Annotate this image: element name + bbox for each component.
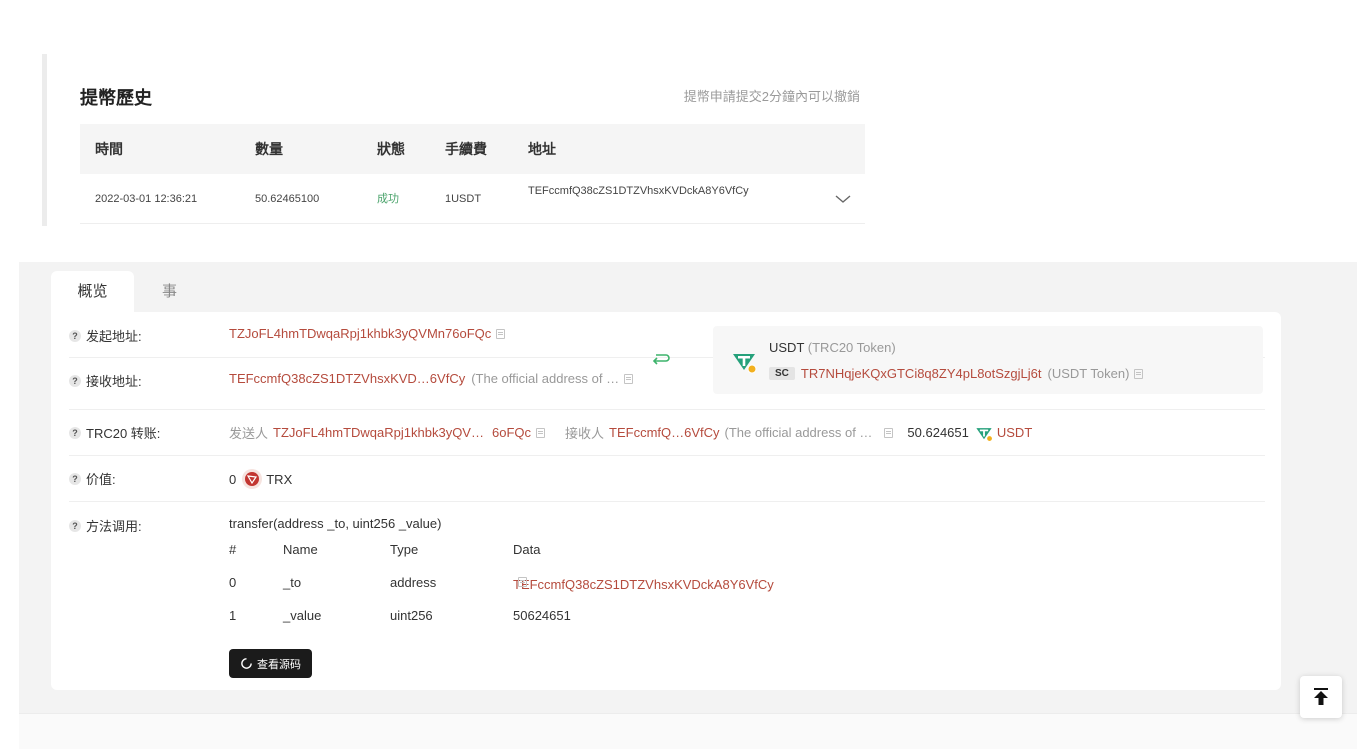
from-address-value: TZJoFL4hmTDwqaRpj1khbk3yQVMn76oFQc <box>229 326 506 341</box>
param-name: _value <box>283 608 322 623</box>
receiver-address-note: (The official address of … <box>724 425 873 440</box>
param-name: _to <box>283 575 302 590</box>
param-col-type: Type <box>390 542 419 557</box>
sender-address-link[interactable]: TZJoFL4hmTDwqaRpj1khbk3yQV… <box>273 425 484 440</box>
sender-address-tail[interactable]: 6oFQc <box>492 425 531 440</box>
column-status: 狀態 <box>377 141 405 157</box>
column-time: 時間 <box>95 141 123 157</box>
param-type: address <box>390 575 437 590</box>
param-index: 1 <box>229 608 237 623</box>
tab-event-log[interactable]: 事件日志 (1) <box>162 271 180 468</box>
method-call-label: ? 方法调用: <box>69 516 142 535</box>
help-icon[interactable]: ? <box>69 519 81 532</box>
row-fee: 1USDT <box>445 193 482 205</box>
usdt-token-icon <box>976 427 993 442</box>
param-col-data: Data <box>513 542 541 557</box>
trx-token-icon <box>242 469 263 489</box>
tab-overview[interactable]: 概览 <box>51 271 134 313</box>
history-title: 提幣歷史 <box>80 88 152 108</box>
usdt-token-icon <box>733 354 757 374</box>
return-arrow-icon <box>652 354 670 365</box>
row-status: 成功 <box>377 193 399 205</box>
table-row: 2022-03-01 12:36:21 50.62465100 成功 1USDT… <box>80 174 865 224</box>
param-type: uint256 <box>390 608 433 623</box>
method-params-table: # Name Type Data 0 _to address TEFccmfQ3… <box>229 540 829 639</box>
token-info-box: USDT (TRC20 Token) SC TR7NHqjeKQxGTCi8q8… <box>713 326 1263 394</box>
view-source-button[interactable]: 查看源码 <box>229 649 312 678</box>
transfer-amount: 50.624651 <box>907 425 969 440</box>
overlay-footer <box>19 713 1357 749</box>
value-label-text: 价值: <box>86 472 116 487</box>
copy-icon[interactable] <box>884 427 894 438</box>
copy-icon[interactable] <box>624 373 634 384</box>
value-row: ? 价值: 0 TRX <box>69 456 1265 502</box>
to-address-link[interactable]: TEFccmfQ38cZS1DTZVhsxKVD…6VfCy <box>229 371 465 386</box>
column-amount: 數量 <box>255 141 283 157</box>
to-address-value: TEFccmfQ38cZS1DTZVhsxKVD…6VfCy (The offi… <box>229 371 634 386</box>
view-source-label: 查看源码 <box>257 658 301 671</box>
value-symbol: TRX <box>266 471 293 487</box>
method-signature: transfer(address _to, uint256 _value) <box>229 516 442 531</box>
history-table: 時間 數量 狀態 手續費 地址 2022-03-01 12:36:21 50.6… <box>80 124 865 224</box>
transfer-symbol-link[interactable]: USDT <box>997 425 1032 440</box>
value-label: ? 价值: <box>69 469 116 488</box>
value-value: 0 TRX <box>229 469 292 489</box>
param-data: 50624651 <box>513 608 571 623</box>
table-row: 1 _value uint256 50624651 <box>229 606 829 639</box>
transaction-overview-card: ? 发起地址: TZJoFL4hmTDwqaRpj1khbk3yQVMn76oF… <box>51 312 1281 690</box>
sender-label: 发送人 <box>229 426 269 441</box>
trc20-transfer-value: 发送人 TZJoFL4hmTDwqaRpj1khbk3yQV… 6oFQc 接收… <box>229 423 1032 442</box>
to-address-note: (The official address of … <box>471 371 620 386</box>
trc20-transfer-row: ? TRC20 转账: 发送人 TZJoFL4hmTDwqaRpj1khbk3y… <box>69 410 1265 456</box>
params-header: # Name Type Data <box>229 540 829 573</box>
receiver-label: 接收人 <box>565 426 605 441</box>
row-amount: 50.62465100 <box>255 193 320 205</box>
value-amount: 0 <box>229 471 237 487</box>
trc20-transfer-label: ? TRC20 转账: <box>69 423 160 442</box>
param-col-name: Name <box>283 542 318 557</box>
chevron-down-icon[interactable] <box>835 191 851 207</box>
copy-icon[interactable] <box>1134 368 1144 379</box>
copy-icon[interactable] <box>518 577 527 587</box>
row-address: TEFccmfQ38cZS1DTZVhsxKVDckA8Y6VfCy <box>528 185 749 197</box>
row-time: 2022-03-01 12:36:21 <box>95 193 198 205</box>
token-symbol: USDT <box>769 340 805 355</box>
column-fee: 手續費 <box>445 141 487 157</box>
token-contract-note: (USDT Token) <box>1047 366 1130 381</box>
receiver-address-link[interactable]: TEFccmfQ…6VfCy <box>609 425 720 440</box>
help-icon[interactable]: ? <box>69 426 81 439</box>
token-standard: (TRC20 Token) <box>807 340 896 355</box>
table-row: 0 _to address TEFccmfQ38cZS1DTZVhsxKVDck… <box>229 573 829 606</box>
token-contract-line: SC TR7NHqjeKQxGTCi8q8ZY4pL8otSzgjLj6t (U… <box>769 366 1144 381</box>
from-label-text: 发起地址: <box>86 329 142 344</box>
help-icon[interactable]: ? <box>69 329 81 342</box>
token-contract-link[interactable]: TR7NHqjeKQxGTCi8q8ZY4pL8otSzgjLj6t <box>801 366 1042 381</box>
method-label-text: 方法调用: <box>86 519 142 534</box>
param-data-link[interactable]: TEFccmfQ38cZS1DTZVhsxKVDckA8Y6VfCy <box>513 577 774 592</box>
token-name: USDT (TRC20 Token) <box>769 340 896 355</box>
history-table-header: 時間 數量 狀態 手續費 地址 <box>80 124 865 174</box>
from-address-link[interactable]: TZJoFL4hmTDwqaRpj1khbk3yQVMn76oFQc <box>229 326 491 341</box>
arrow-up-icon <box>1314 688 1328 705</box>
to-address-label: ? 接收地址: <box>69 371 142 390</box>
param-index: 0 <box>229 575 237 590</box>
withdrawal-history-panel: 提幣歷史 提幣申請提交2分鐘內可以撤銷 時間 數量 狀態 手續費 地址 2022… <box>42 54 872 226</box>
param-col-index: # <box>229 542 237 557</box>
sc-badge: SC <box>769 367 795 380</box>
help-icon[interactable]: ? <box>69 374 81 387</box>
trc20-label-text: TRC20 转账: <box>86 426 161 441</box>
history-note: 提幣申請提交2分鐘內可以撤銷 <box>683 89 860 104</box>
from-address-label: ? 发起地址: <box>69 326 142 345</box>
column-address: 地址 <box>528 141 556 157</box>
back-to-top-button[interactable] <box>1300 676 1342 718</box>
help-icon[interactable]: ? <box>69 472 81 485</box>
to-label-text: 接收地址: <box>86 374 142 389</box>
copy-icon[interactable] <box>536 427 545 438</box>
refresh-icon <box>241 658 252 669</box>
copy-icon[interactable] <box>496 328 506 339</box>
